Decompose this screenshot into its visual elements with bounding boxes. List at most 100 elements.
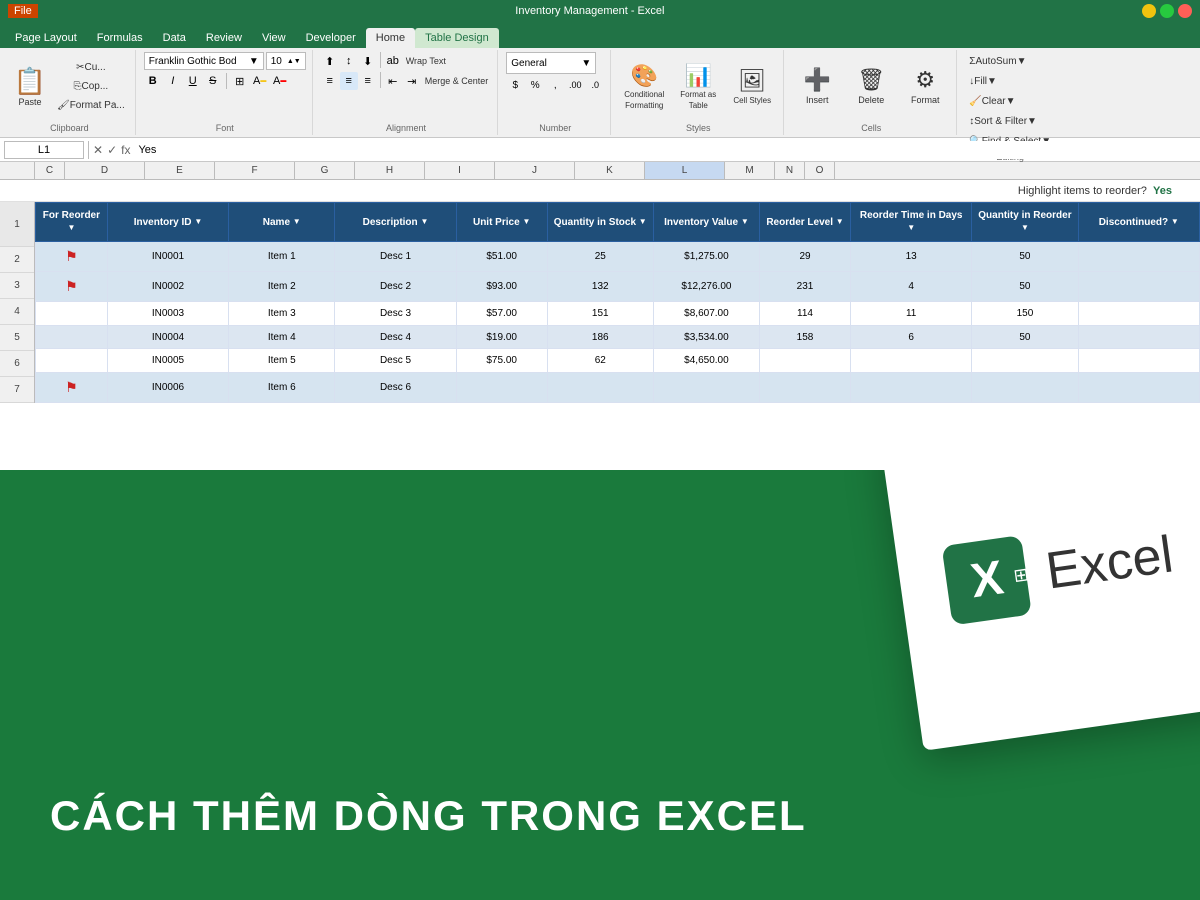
th-inventory-id-filter[interactable]: ▼ (194, 217, 202, 227)
tab-page-layout[interactable]: Page Layout (5, 28, 87, 48)
cell-id[interactable]: IN0002 (107, 272, 228, 302)
cell-disc[interactable] (1078, 372, 1199, 402)
cell-qtyReorder[interactable] (972, 372, 1078, 402)
conditional-formatting-button[interactable]: 🎨 Conditional Formatting (619, 57, 669, 117)
formula-input[interactable] (134, 141, 1196, 159)
number-format-selector[interactable]: General ▼ (506, 52, 596, 74)
cell-days[interactable]: 11 (851, 302, 972, 326)
cell-qty[interactable]: 132 (547, 272, 653, 302)
th-qty-reorder[interactable]: Quantity in Reorder ▼ (972, 203, 1078, 242)
cell-desc[interactable]: Desc 1 (335, 242, 456, 272)
th-name[interactable]: Name ▼ (229, 203, 335, 242)
col-c[interactable]: C (35, 162, 65, 179)
cell-value[interactable]: $4,650.00 (653, 349, 759, 373)
cell-value[interactable]: $1,275.00 (653, 242, 759, 272)
cell-reorder[interactable]: 158 (760, 325, 851, 349)
cell-name[interactable]: Item 4 (229, 325, 335, 349)
insert-function-icon[interactable]: fx (121, 143, 130, 157)
cell-price[interactable]: $75.00 (456, 349, 547, 373)
cell-value[interactable]: $3,534.00 (653, 325, 759, 349)
tab-view[interactable]: View (252, 28, 296, 48)
cell-value[interactable] (653, 372, 759, 402)
tab-data[interactable]: Data (153, 28, 196, 48)
col-h[interactable]: H (355, 162, 425, 179)
cell-qtyReorder[interactable] (972, 349, 1078, 373)
cell-name[interactable]: Item 5 (229, 349, 335, 373)
cell-qtyReorder[interactable]: 150 (972, 302, 1078, 326)
cell-id[interactable]: IN0005 (107, 349, 228, 373)
cell-qty[interactable]: 25 (547, 242, 653, 272)
th-description[interactable]: Description ▼ (335, 203, 456, 242)
col-g[interactable]: G (295, 162, 355, 179)
increase-decimal-button[interactable]: .0 (586, 76, 604, 94)
decrease-decimal-button[interactable]: .00 (566, 76, 584, 94)
cell-qtyReorder[interactable]: 50 (972, 325, 1078, 349)
th-reorder-level-filter[interactable]: ▼ (836, 217, 844, 227)
merge-center-button[interactable]: Merge & Center (422, 72, 492, 90)
cell-reorder[interactable]: 231 (760, 272, 851, 302)
cell-qty[interactable]: 62 (547, 349, 653, 373)
th-unit-price[interactable]: Unit Price ▼ (456, 203, 547, 242)
cell-qty[interactable] (547, 372, 653, 402)
cell-price[interactable]: $19.00 (456, 325, 547, 349)
cell-id[interactable]: IN0004 (107, 325, 228, 349)
borders-button[interactable]: ⊞ (231, 72, 249, 90)
cell-days[interactable] (851, 349, 972, 373)
cancel-formula-icon[interactable]: ✕ (93, 143, 103, 157)
th-unit-price-filter[interactable]: ▼ (522, 217, 530, 227)
format-as-table-button[interactable]: 📊 Format as Table (673, 57, 723, 117)
cell-desc[interactable]: Desc 3 (335, 302, 456, 326)
bold-button[interactable]: B (144, 72, 162, 90)
italic-button[interactable]: I (164, 72, 182, 90)
flag-cell[interactable]: ⚑ (36, 372, 108, 402)
th-qty-stock-filter[interactable]: ▼ (639, 217, 647, 227)
tab-home[interactable]: Home (366, 28, 415, 48)
cell-desc[interactable]: Desc 6 (335, 372, 456, 402)
col-n[interactable]: N (775, 162, 805, 179)
cell-reorder[interactable]: 29 (760, 242, 851, 272)
currency-button[interactable]: $ (506, 76, 524, 94)
th-reorder-level[interactable]: Reorder Level ▼ (760, 203, 851, 242)
align-center-button[interactable]: ≡ (340, 72, 358, 90)
col-f[interactable]: F (215, 162, 295, 179)
cell-price[interactable]: $57.00 (456, 302, 547, 326)
col-j[interactable]: J (495, 162, 575, 179)
format-button[interactable]: ⚙ Format (900, 57, 950, 117)
align-left-button[interactable]: ≡ (321, 72, 339, 90)
th-inv-value-filter[interactable]: ▼ (741, 217, 749, 227)
cell-qtyReorder[interactable]: 50 (972, 272, 1078, 302)
cell-desc[interactable]: Desc 5 (335, 349, 456, 373)
cell-id[interactable]: IN0006 (107, 372, 228, 402)
flag-cell[interactable]: ⚑ (36, 272, 108, 302)
cell-reorder[interactable] (760, 349, 851, 373)
cell-price[interactable] (456, 372, 547, 402)
close-button[interactable] (1178, 4, 1192, 18)
flag-cell[interactable] (36, 349, 108, 373)
cell-id[interactable]: IN0001 (107, 242, 228, 272)
cell-qtyReorder[interactable]: 50 (972, 242, 1078, 272)
col-e[interactable]: E (145, 162, 215, 179)
col-d[interactable]: D (65, 162, 145, 179)
format-painter-button[interactable]: 🖌 Format Pa... (53, 97, 129, 115)
cell-qty[interactable]: 186 (547, 325, 653, 349)
cell-days[interactable]: 6 (851, 325, 972, 349)
th-qty-stock[interactable]: Quantity in Stock ▼ (547, 203, 653, 242)
cell-desc[interactable]: Desc 2 (335, 272, 456, 302)
cell-days[interactable]: 13 (851, 242, 972, 272)
align-bottom-button[interactable]: ⬇ (359, 52, 377, 70)
cell-disc[interactable] (1078, 325, 1199, 349)
cell-price[interactable]: $93.00 (456, 272, 547, 302)
th-discontinued[interactable]: Discontinued? ▼ (1078, 203, 1199, 242)
cell-value[interactable]: $12,276.00 (653, 272, 759, 302)
cell-price[interactable]: $51.00 (456, 242, 547, 272)
col-k[interactable]: K (575, 162, 645, 179)
th-reorder-days-filter[interactable]: ▼ (907, 223, 915, 233)
percent-button[interactable]: % (526, 76, 544, 94)
increase-indent-button[interactable]: ⇥ (403, 72, 421, 90)
tab-formulas[interactable]: Formulas (87, 28, 153, 48)
cell-disc[interactable] (1078, 302, 1199, 326)
th-qty-reorder-filter[interactable]: ▼ (1021, 223, 1029, 233)
th-for-reorder[interactable]: For Reorder ▼ (36, 203, 108, 242)
cell-name[interactable]: Item 1 (229, 242, 335, 272)
th-for-reorder-filter[interactable]: ▼ (67, 223, 75, 233)
